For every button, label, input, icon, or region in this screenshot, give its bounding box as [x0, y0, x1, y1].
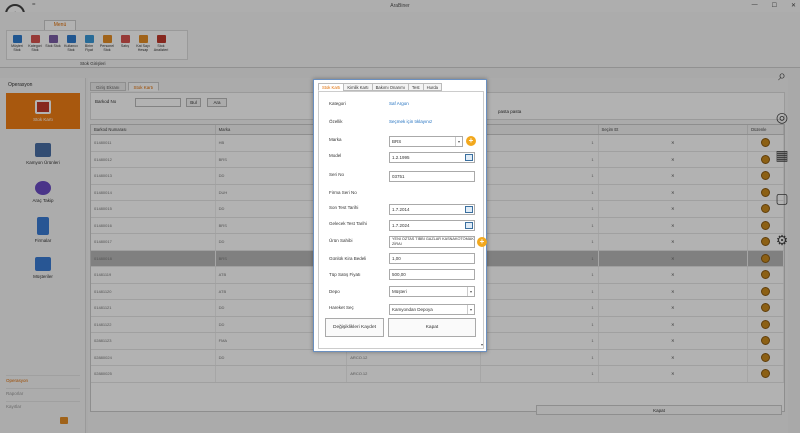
- tab-bakimi-onarimi[interactable]: Bakımı Onarımı: [371, 83, 409, 91]
- ozellik-value[interactable]: Seçmek için tıklayınız: [389, 119, 432, 124]
- son-test-date-field[interactable]: 1.7.2014: [389, 204, 475, 215]
- ozellik-label: Özellik: [329, 119, 343, 124]
- stock-card-dialog: Stok Kartı Kimlik Kartı Bakımı Onarımı T…: [313, 79, 487, 352]
- gelecek-test-date-field[interactable]: 1.7.2024: [389, 220, 475, 231]
- kategori-label: Kategori: [329, 101, 346, 106]
- urun-sahibi-field[interactable]: YENİ OZTAS TIBBI GAZLAR KASNAKOTOMAK ZİR…: [389, 236, 475, 248]
- hareket-select[interactable]: Kamyondan Depoya ▾: [389, 304, 475, 315]
- tab-test[interactable]: Test: [407, 83, 424, 91]
- add-marka-icon[interactable]: +: [466, 136, 476, 146]
- calendar-icon[interactable]: [465, 206, 473, 213]
- calendar-icon[interactable]: [465, 222, 473, 229]
- scroll-down-arrow-icon[interactable]: ▾: [481, 342, 483, 347]
- marka-select[interactable]: BRS ▾: [389, 136, 463, 147]
- dialog-tabs: Stok Kartı Kimlik Kartı Bakımı Onarımı T…: [318, 83, 442, 91]
- depo-value: Müşteri: [392, 289, 407, 294]
- save-changes-button[interactable]: Değişiklikleri Kaydet: [325, 318, 384, 337]
- tab-hurda[interactable]: Hurda: [422, 83, 442, 91]
- firma-seri-no-label: Firma Seri No: [329, 190, 357, 195]
- marka-label: Marka: [329, 137, 342, 142]
- gunluk-kira-label: Günlük Kira Bedeli: [329, 256, 367, 261]
- chevron-down-icon[interactable]: ▾: [467, 287, 474, 296]
- gunluk-kira-input[interactable]: 1,00: [389, 253, 475, 264]
- chevron-down-icon[interactable]: ▾: [455, 137, 462, 146]
- dialog-body: Kategori Saf Argon Özellik Seçmek için t…: [318, 91, 487, 349]
- seri-no-input[interactable]: 03751: [389, 171, 475, 182]
- chevron-down-icon[interactable]: ▾: [467, 305, 474, 314]
- marka-value: BRS: [392, 139, 402, 144]
- hareket-value: Kamyondan Depoya: [392, 307, 433, 312]
- son-test-value: 1.7.2014: [392, 207, 410, 212]
- model-value: 1.2.1995: [392, 155, 410, 160]
- tup-satis-input[interactable]: 500,00: [389, 269, 475, 280]
- son-test-label: Son Test Tarihi: [329, 205, 359, 210]
- calendar-icon[interactable]: [465, 154, 473, 161]
- depo-select[interactable]: Müşteri ▾: [389, 286, 475, 297]
- depo-label: Depo: [329, 289, 340, 294]
- seri-no-label: Seri No: [329, 172, 345, 177]
- urun-sahibi-label: Ürün Sahibi: [329, 238, 353, 243]
- model-label: Model: [329, 153, 342, 158]
- tup-satis-label: Tüp Satış Fiyatı: [329, 272, 361, 277]
- model-date-field[interactable]: 1.2.1995: [389, 152, 475, 163]
- tab-kimlik-karti[interactable]: Kimlik Kartı: [343, 83, 373, 91]
- hareket-label: Hareket Seç: [329, 305, 354, 310]
- add-owner-icon[interactable]: +: [477, 237, 487, 247]
- tab-stok-karti[interactable]: Stok Kartı: [318, 83, 345, 91]
- kategori-value[interactable]: Saf Argon: [389, 101, 409, 106]
- gelecek-test-label: Gelecek Test Tarihi: [329, 221, 367, 226]
- close-dialog-button[interactable]: Kapat: [388, 318, 476, 337]
- gelecek-test-value: 1.7.2024: [392, 223, 410, 228]
